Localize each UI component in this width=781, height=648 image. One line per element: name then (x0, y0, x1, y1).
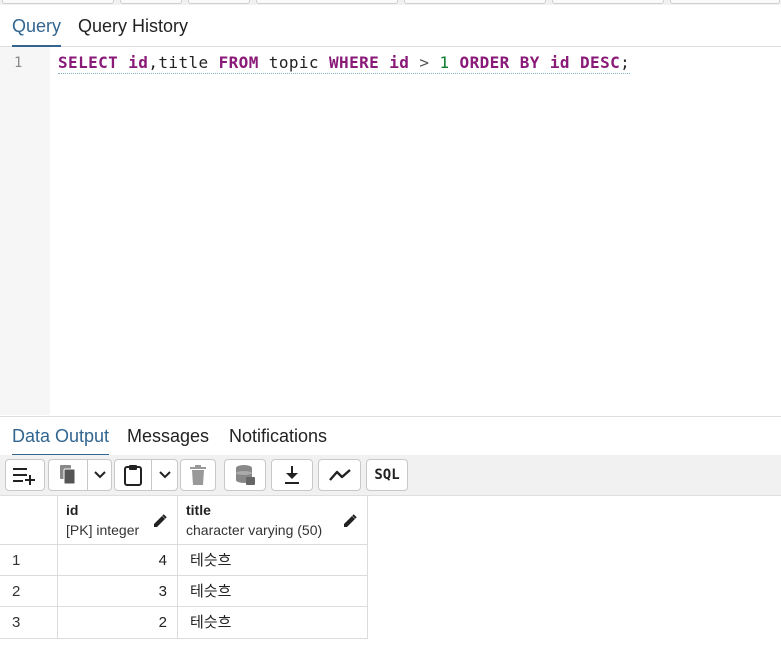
table-name: topic (268, 53, 319, 72)
chevron-down-icon (93, 471, 106, 479)
column-type: [PK] integer (66, 522, 140, 538)
pencil-icon[interactable] (153, 514, 167, 528)
keyword-where: WHERE (329, 53, 380, 72)
number-literal: 1 (439, 53, 450, 72)
row-number[interactable]: 1 (0, 545, 58, 576)
delete-icon (190, 465, 206, 485)
sql-code-line[interactable]: SELECT id,title FROM topic WHERE id > 1 … (58, 53, 631, 74)
pencil-icon[interactable] (343, 514, 357, 528)
paste-button[interactable] (114, 459, 152, 491)
cell-title[interactable]: 테슷흐 (178, 607, 368, 639)
semicolon: ; (620, 53, 631, 72)
column-title: title (158, 53, 209, 72)
toolbar-button-remnant[interactable] (552, 0, 664, 4)
cell-id[interactable]: 2 (58, 607, 178, 639)
output-tab-bar: Data Output Messages Notifications (0, 416, 781, 456)
order-column: id (549, 53, 570, 72)
copy-icon (60, 465, 76, 485)
data-output-toolbar: SQL (0, 455, 781, 496)
paste-options-dropdown[interactable] (151, 459, 178, 491)
save-data-button[interactable] (224, 459, 266, 491)
toolbar-button-remnant[interactable] (404, 0, 546, 4)
save-data-icon (236, 465, 255, 485)
line-number: 1 (14, 55, 23, 71)
tab-notifications[interactable]: Notifications (229, 417, 327, 455)
toolbar-button-remnant[interactable] (188, 0, 250, 4)
keyword-by: BY (519, 53, 540, 72)
column-type: character varying (50) (186, 522, 323, 538)
cell-id[interactable]: 4 (58, 545, 178, 576)
graph-visualiser-button[interactable] (318, 459, 361, 491)
sql-button[interactable]: SQL (366, 459, 408, 491)
query-tab-bar: Query Query History (0, 6, 781, 47)
delete-button[interactable] (180, 459, 216, 491)
paste-icon (124, 465, 142, 486)
tab-query-history[interactable]: Query History (78, 6, 188, 46)
copy-options-dropdown[interactable] (87, 459, 112, 491)
column-name: title (186, 502, 211, 518)
cell-title[interactable]: 테슷흐 (178, 545, 368, 576)
download-icon (285, 466, 299, 484)
download-button[interactable] (271, 459, 313, 491)
tab-data-output[interactable]: Data Output (12, 417, 110, 456)
toolbar-button-remnant[interactable] (2, 0, 114, 4)
column-id: id (128, 53, 149, 72)
add-row-icon (13, 468, 35, 485)
row-number[interactable]: 3 (0, 607, 58, 639)
column-header-title[interactable]: title character varying (50) (178, 496, 368, 545)
cell-title[interactable]: 테슷흐 (178, 576, 368, 607)
toolbar-button-remnant[interactable] (120, 0, 182, 4)
where-column: id (389, 53, 410, 72)
operator: > (419, 53, 430, 72)
column-header-id[interactable]: id [PK] integer (58, 496, 178, 545)
row-number-header[interactable] (0, 496, 58, 545)
data-grid: id [PK] integer title character varying … (0, 496, 781, 648)
cell-id[interactable]: 3 (58, 576, 178, 607)
keyword-from: FROM (218, 53, 259, 72)
column-name: id (66, 502, 79, 518)
keyword-order: ORDER (459, 53, 510, 72)
keyword-desc: DESC (580, 53, 621, 72)
sql-editor[interactable]: 1 SELECT id,title FROM topic WHERE id > … (0, 47, 781, 415)
row-number[interactable]: 2 (0, 576, 58, 607)
graph-icon (328, 469, 351, 481)
tab-messages[interactable]: Messages (127, 417, 209, 455)
copy-button[interactable] (48, 459, 88, 491)
toolbar-button-remnant[interactable] (670, 0, 780, 4)
line-number-gutter: 1 (0, 47, 50, 415)
keyword-select: SELECT (58, 53, 119, 72)
top-toolbar-strip (0, 0, 781, 5)
add-row-button[interactable] (5, 459, 45, 491)
comma: , (148, 53, 159, 72)
tab-query[interactable]: Query (12, 6, 62, 47)
chevron-down-icon (158, 471, 171, 479)
sql-icon: SQL (374, 467, 400, 483)
toolbar-button-remnant[interactable] (256, 0, 398, 4)
